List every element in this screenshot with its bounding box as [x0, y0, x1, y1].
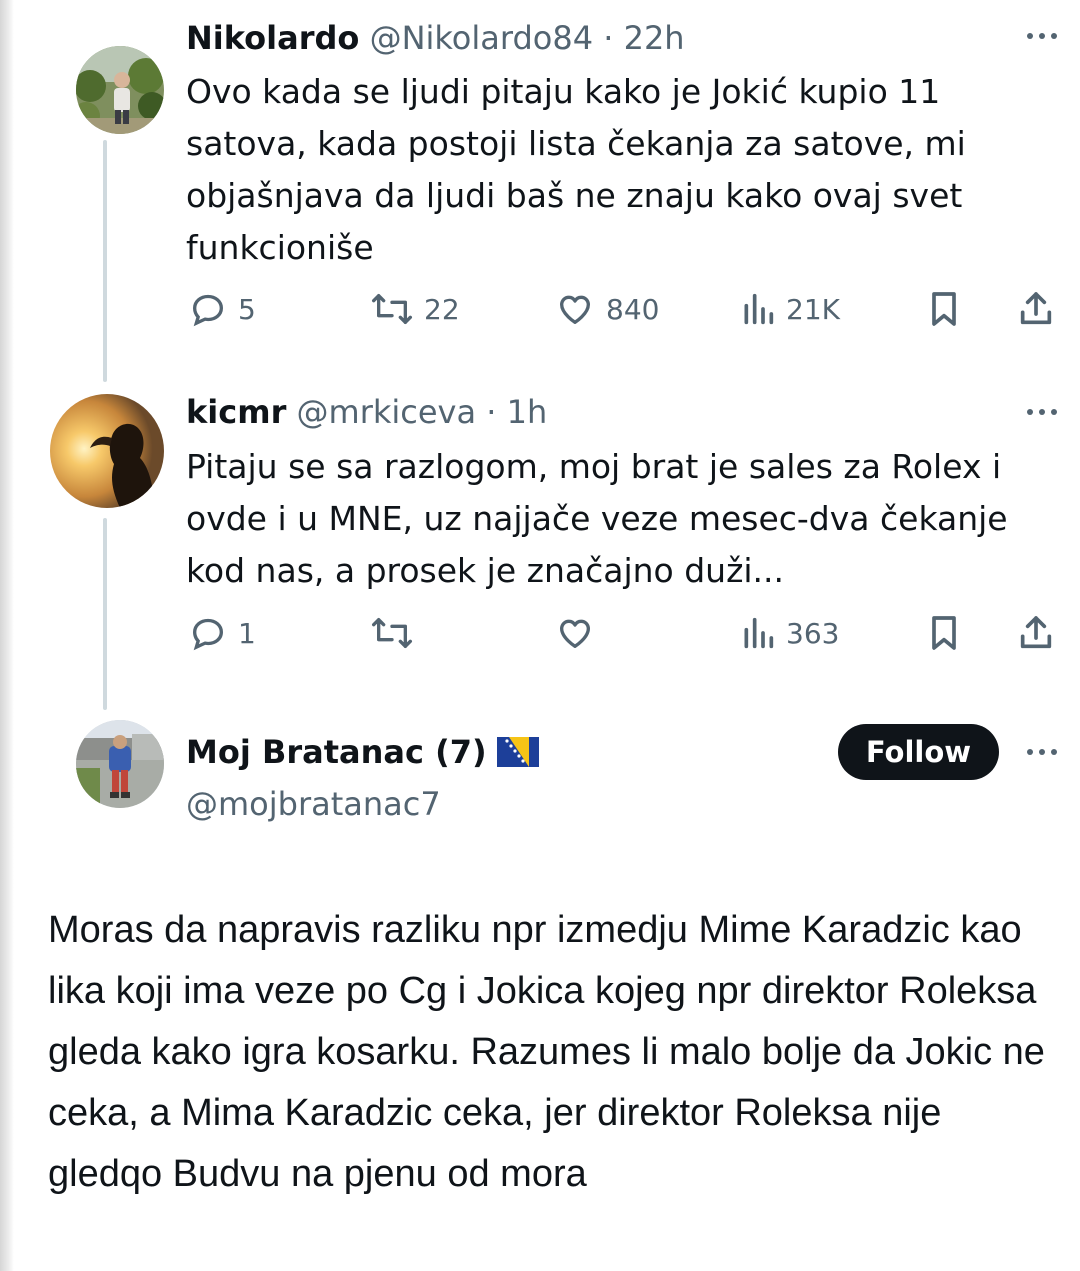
main-tweet-text: Moras da napravis razliku npr izmedju Mi…: [48, 909, 1045, 1195]
views-icon: [744, 617, 774, 649]
avatar-mojbratanac[interactable]: [76, 720, 164, 808]
user-handle[interactable]: @Nikolardo84: [370, 19, 594, 57]
avatar-kicmr[interactable]: [50, 394, 164, 508]
ellipsis-icon[interactable]: [1022, 402, 1062, 422]
tweet-text: Pitaju se sa razlogom, moj brat je sales…: [186, 447, 1008, 590]
bookmark-button[interactable]: [926, 284, 962, 334]
page: Nikolardo @Nikolardo84 · 22h Ovo kada se…: [0, 0, 1080, 1271]
avatar-nikolardo[interactable]: [76, 46, 164, 134]
tweet-actions: 5 22 840 21K: [186, 284, 1066, 334]
like-button[interactable]: 840: [554, 284, 659, 334]
follow-button[interactable]: Follow: [838, 724, 999, 780]
views-button[interactable]: 363: [740, 608, 839, 658]
reply-icon: [192, 294, 224, 327]
share-icon: [1020, 292, 1052, 325]
timestamp[interactable]: 22h: [624, 19, 685, 57]
tweet-header: Nikolardo @Nikolardo84 · 22h: [186, 18, 685, 58]
heart-icon: [560, 619, 590, 648]
ellipsis-icon[interactable]: [1022, 26, 1062, 46]
reply-button[interactable]: 5: [188, 284, 256, 334]
reply-count: 5: [238, 292, 256, 326]
reply-button[interactable]: 1: [188, 608, 256, 658]
heart-icon: [560, 295, 590, 324]
views-count: 21K: [786, 292, 840, 326]
bookmark-icon: [932, 292, 956, 326]
tweet-header: kicmr @mrkiceva · 1h: [186, 392, 547, 432]
share-button[interactable]: [1016, 608, 1056, 658]
share-button[interactable]: [1016, 284, 1056, 334]
display-name[interactable]: kicmr: [186, 393, 286, 431]
bosnia-flag-icon: [496, 737, 539, 767]
reply-icon: [192, 618, 224, 651]
retweet-count: 22: [424, 292, 460, 326]
main-tweet-handle[interactable]: @mojbratanac7: [186, 784, 441, 824]
user-handle[interactable]: @mrkiceva: [297, 393, 477, 431]
retweet-button[interactable]: [370, 608, 424, 658]
separator-dot: ·: [476, 393, 507, 431]
retweet-icon: [371, 294, 412, 324]
reply-count: 1: [238, 616, 256, 650]
display-name[interactable]: Nikolardo: [186, 19, 359, 57]
thread-line: [103, 518, 107, 710]
views-button[interactable]: 21K: [740, 284, 840, 334]
thread-line: [103, 140, 107, 382]
ellipsis-icon[interactable]: [1022, 742, 1062, 762]
retweet-button[interactable]: 22: [370, 284, 460, 334]
tweet-actions: 1 363: [186, 608, 1066, 658]
views-count: 363: [786, 616, 840, 650]
like-count: 840: [606, 292, 660, 326]
tweet-text: Ovo kada se ljudi pitaju kako je Jokić k…: [186, 72, 966, 267]
retweet-icon: [371, 618, 412, 648]
views-icon: [744, 293, 774, 325]
share-icon: [1020, 616, 1052, 649]
like-button[interactable]: [554, 608, 606, 658]
bookmark-icon: [932, 616, 956, 650]
bookmark-button[interactable]: [926, 608, 962, 658]
timestamp[interactable]: 1h: [507, 393, 548, 431]
left-edge-shadow: [0, 0, 14, 1271]
separator-dot: ·: [593, 19, 624, 57]
main-tweet-header: Moj Bratanac (7): [186, 732, 539, 772]
display-name[interactable]: Moj Bratanac (7): [186, 733, 487, 771]
